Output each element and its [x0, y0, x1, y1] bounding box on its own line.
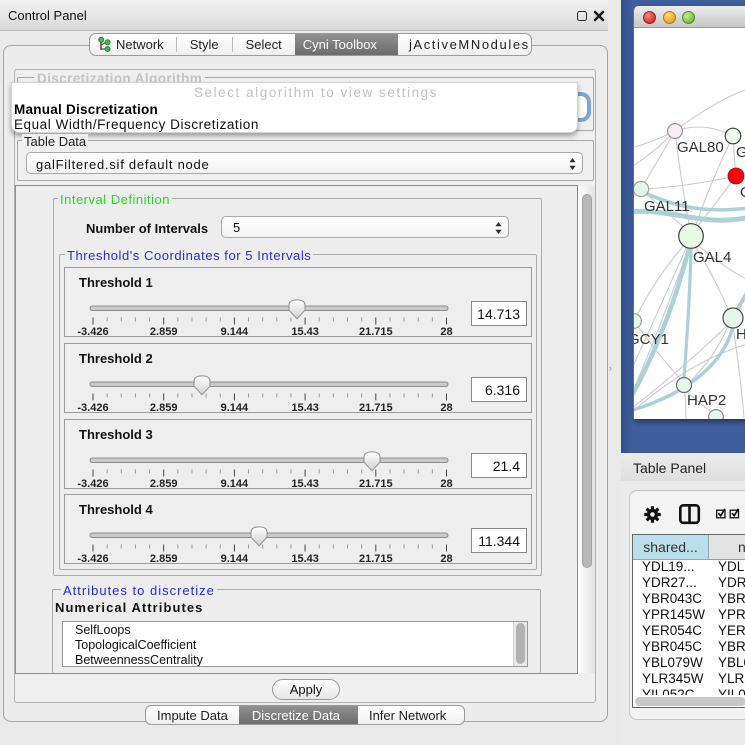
svg-text:GAL4: GAL4 [693, 249, 731, 266]
svg-text:C: C [740, 184, 745, 201]
svg-text:GAL11: GAL11 [644, 198, 690, 215]
svg-text:GAL80: GAL80 [677, 139, 724, 156]
svg-text:HAP2: HAP2 [687, 392, 726, 409]
svg-text:GCY1: GCY1 [634, 331, 669, 348]
svg-text:G.: G. [736, 144, 745, 161]
svg-text:H: H [736, 326, 745, 343]
